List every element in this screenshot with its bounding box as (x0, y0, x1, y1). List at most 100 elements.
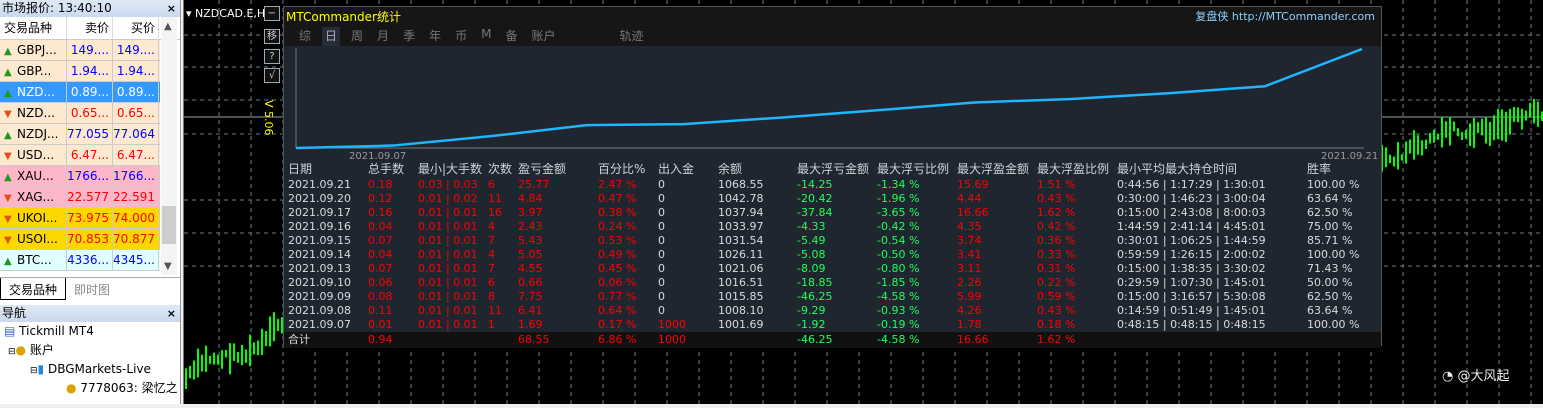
cell: 11 (488, 192, 502, 206)
bid: 6.47... (67, 145, 113, 165)
market-row[interactable]: ▲NZD...0.89...0.89... (0, 82, 160, 103)
cell: 4.35 (957, 220, 982, 234)
cell: 0 (658, 248, 665, 262)
stats-tab[interactable]: 季 (400, 27, 418, 46)
stats-panel: MTCommander统计复盘侠 http://MTCommander.com … (283, 6, 1382, 346)
arrow-down-icon: ▼ (4, 146, 14, 165)
close-icon[interactable]: × (167, 305, 176, 322)
cell: 0.16 (368, 206, 393, 220)
market-watch-title: 市场报价: 13:40:10× (0, 0, 180, 17)
cell: 7 (488, 262, 495, 276)
cell: 1033.97 (718, 220, 764, 234)
cell: 4.84 (518, 192, 543, 206)
cell: 0:48:15 | 0:48:15 | 0:48:15 (1117, 318, 1266, 332)
market-row[interactable]: ▼USD...6.47...6.47... (0, 145, 160, 166)
total-cell: -4.58 % (877, 332, 919, 348)
arrow-down-icon: ▼ (4, 209, 14, 228)
market-row[interactable]: ▼USOI...70.85370.877 (0, 229, 160, 250)
ask: 6.47... (113, 145, 159, 165)
market-row[interactable]: ▼XAG...22.57722.591 (0, 187, 160, 208)
bid: 77.055 (67, 124, 113, 144)
stats-tab[interactable]: 周 (348, 27, 366, 46)
stats-tab[interactable]: 轨迹 (617, 27, 647, 46)
column-header: 盈亏金额 (518, 162, 566, 176)
move-button[interactable]: 移 (264, 29, 280, 44)
cell: 0:30:00 | 1:46:23 | 3:00:04 (1117, 192, 1266, 206)
market-watch-rows: ▲GBPJ...149....149....▲GBP...1.94...1.94… (0, 40, 160, 271)
cell: -5.49 (797, 234, 825, 248)
cell: 0.04 (368, 220, 393, 234)
cell: 0:30:01 | 1:06:25 | 1:44:59 (1117, 234, 1266, 248)
site-link[interactable]: 复盘侠 http://MTCommander.com (1195, 7, 1375, 27)
stats-tab[interactable]: 账户 (528, 27, 558, 46)
cell: 0.36 % (1037, 234, 1075, 248)
arrow-up-icon: ▲ (4, 125, 14, 144)
cell: 1042.78 (718, 192, 764, 206)
total-cell: 合计 (288, 332, 310, 348)
cell: 0.04 (368, 248, 393, 262)
cell: 0.11 (368, 304, 393, 318)
close-icon[interactable]: × (167, 0, 176, 17)
cell: 0 (658, 262, 665, 276)
column-header: 最小|大手数 (418, 162, 482, 176)
market-row[interactable]: ▲XAU...1766...1766... (0, 166, 160, 187)
stats-tab[interactable]: 综 (296, 27, 314, 46)
tree-server[interactable]: ⊟▮ DBGMarkets-Live (0, 360, 180, 379)
minimize-button[interactable]: − (264, 6, 280, 21)
server-icon: ▮ (38, 362, 45, 376)
collapse-icon[interactable]: ⊟ (30, 366, 38, 376)
tab-tick-chart[interactable]: 即时图 (66, 278, 118, 300)
accounts-icon: ● (16, 343, 26, 357)
stats-tab[interactable]: 月 (374, 27, 392, 46)
stats-tab[interactable]: 币 (452, 27, 470, 46)
tree-account[interactable]: ● 7778063: 梁忆之 (0, 379, 180, 398)
cell: 2.43 (518, 220, 543, 234)
cell: 2021.09.14 (288, 248, 351, 262)
cell: 4 (488, 220, 495, 234)
arrow-down-icon: ▼ (4, 104, 14, 123)
bid: 0.65... (67, 103, 113, 123)
cell: 4.26 (957, 304, 982, 318)
market-row[interactable]: ▲GBP...1.94...1.94... (0, 61, 160, 82)
tab-symbols[interactable]: 交易品种 (0, 278, 66, 300)
tree-accounts[interactable]: ⊟● 账户 (0, 341, 180, 360)
arrow-down-icon: ▼ (4, 230, 14, 249)
stats-tab[interactable]: 日 (322, 27, 340, 46)
market-row[interactable]: ▲NZDJ...77.05577.064 (0, 124, 160, 145)
symbol: USOI... (17, 232, 58, 246)
stats-title-bar: MTCommander统计复盘侠 http://MTCommander.com (284, 7, 1381, 27)
col-ask[interactable]: 买价 (113, 17, 159, 39)
arrow-up-icon: ▲ (4, 251, 14, 270)
cell: 1068.55 (718, 178, 764, 192)
stats-tab[interactable]: 年 (426, 27, 444, 46)
ask: 4345... (113, 250, 159, 270)
cell: 2021.09.13 (288, 262, 351, 276)
collapse-icon[interactable]: ⊟ (8, 347, 16, 357)
cell: 0.59 % (1037, 290, 1075, 304)
cell: 1015.85 (718, 290, 764, 304)
column-header: 百分比% (598, 162, 645, 176)
column-header: 最大浮亏金额 (797, 162, 869, 176)
tree-terminal[interactable]: ▤ Tickmill MT4 (0, 322, 180, 341)
stats-tab[interactable]: 备 (502, 27, 520, 46)
cell: 2021.09.16 (288, 220, 351, 234)
stats-tab[interactable]: M (478, 27, 494, 46)
help-button[interactable]: ? (264, 49, 280, 64)
scrollbar[interactable]: ▲▼ (161, 17, 177, 275)
check-button[interactable]: √ (264, 68, 280, 83)
cell: 2021.09.07 (288, 318, 351, 332)
cell: 1037.94 (718, 206, 764, 220)
market-row[interactable]: ▼UKOI...73.97574.000 (0, 208, 160, 229)
bid: 73.975 (67, 208, 113, 228)
cell: 0.43 % (1037, 304, 1075, 318)
cell: 25.77 (518, 178, 550, 192)
market-row[interactable]: ▼NZD...0.65...0.65... (0, 103, 160, 124)
cell: 0.01 | 0.01 (418, 276, 478, 290)
market-row[interactable]: ▲BTC...4336...4345... (0, 250, 160, 271)
col-bid[interactable]: 卖价 (67, 17, 113, 39)
market-row[interactable]: ▲GBPJ...149....149.... (0, 40, 160, 61)
cell: 0:15:00 | 2:43:08 | 8:00:03 (1117, 206, 1266, 220)
col-symbol[interactable]: 交易品种 (0, 17, 67, 39)
cell: 2.26 (957, 276, 982, 290)
cell: 0.06 (368, 276, 393, 290)
